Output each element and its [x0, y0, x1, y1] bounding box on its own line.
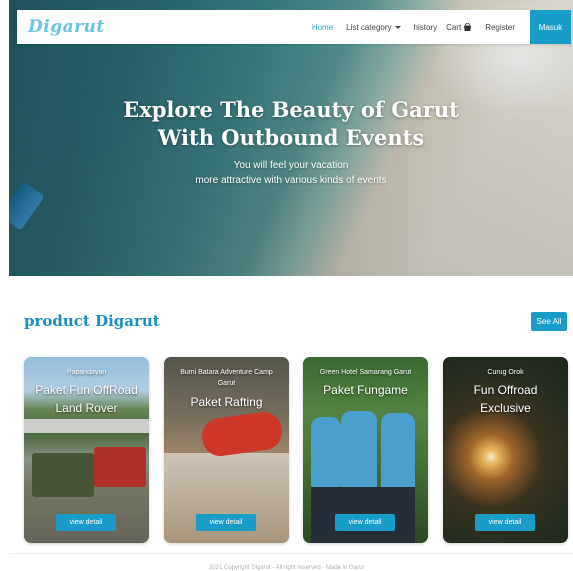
card-location: Bumi Batara Adventure Camp Garut — [180, 369, 273, 387]
product-card[interactable]: Green Hotel Samarang Garut Paket Fungame… — [303, 357, 428, 543]
view-detail-button[interactable]: view detail — [56, 514, 116, 531]
nav-links: Home List category history Cart Register… — [299, 10, 571, 44]
hero-subtitle: You will feel your vacation more attract… — [9, 158, 573, 188]
hero-subtitle-line2: more attractive with various kinds of ev… — [195, 175, 387, 186]
card-title: Paket Rafting — [190, 395, 263, 409]
nav-cart[interactable]: Cart — [446, 23, 472, 32]
card-location: Curug Orok — [487, 369, 524, 376]
card-location: Papandayan — [66, 369, 107, 376]
navbar: Digarut Home List category history Cart … — [17, 10, 571, 44]
nav-list-category[interactable]: List category — [346, 22, 401, 32]
product-card[interactable]: Curug Orok Fun Offroad Exclusive view de… — [443, 357, 568, 543]
product-card[interactable]: Bumi Batara Adventure Camp Garut Paket R… — [164, 357, 289, 543]
card-title: Paket Fungame — [323, 383, 408, 397]
view-detail-button[interactable]: view detail — [196, 514, 256, 531]
brand-logo[interactable]: Digarut — [28, 17, 105, 37]
nav-home[interactable]: Home — [312, 23, 333, 32]
hero-title-line2: With Outbound Events — [157, 125, 425, 150]
card-title: Fun Offroad Exclusive — [473, 383, 538, 415]
card-location: Green Hotel Samarang Garut — [319, 369, 412, 376]
view-detail-button[interactable]: view detail — [475, 514, 535, 531]
nav-register[interactable]: Register — [485, 23, 515, 32]
footer-copyright: 2021 Copyright Digarut - All right reser… — [208, 565, 365, 571]
see-all-button[interactable]: See All — [531, 312, 567, 331]
shopping-bag-icon — [464, 23, 472, 31]
nav-history[interactable]: history — [414, 23, 438, 32]
product-card[interactable]: Papandayan Paket Fun OffRoad Land Rover … — [24, 357, 149, 543]
hero-title-line1: Explore The Beauty of Garut — [123, 97, 459, 122]
footer-divider — [9, 553, 573, 554]
nav-list-category-label: List category — [346, 22, 392, 32]
caret-down-icon — [394, 25, 401, 29]
view-detail-button[interactable]: view detail — [335, 514, 395, 531]
login-button[interactable]: Masuk — [530, 10, 571, 44]
section-title: product Digarut — [24, 312, 160, 330]
nav-cart-label: Cart — [446, 22, 462, 32]
card-title: Paket Fun OffRoad Land Rover — [35, 383, 138, 415]
hero-subtitle-line1: You will feel your vacation — [233, 160, 349, 171]
hero-title: Explore The Beauty of Garut With Outboun… — [9, 96, 573, 152]
